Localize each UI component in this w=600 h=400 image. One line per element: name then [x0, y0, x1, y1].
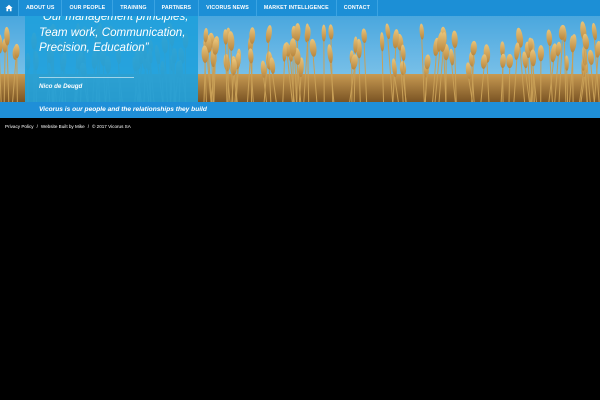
management-quote: “Our management principles; Team work, C…	[39, 16, 189, 54]
nav-item-about-us[interactable]: ABOUT US	[19, 0, 63, 16]
nav-item-training[interactable]: TRAINING	[113, 0, 155, 16]
footer-separator: /	[36, 123, 38, 129]
footer-separator: /	[87, 123, 89, 129]
nav-item-vicorus-news[interactable]: VICORUS NEWS	[199, 0, 257, 16]
footer: Privacy Policy / Website Built by Mike /…	[5, 122, 131, 130]
privacy-policy-link[interactable]: Privacy Policy	[5, 124, 34, 129]
quote-panel: “Our management principles; Team work, C…	[25, 16, 198, 102]
quote-author: Nico de Deugd	[39, 83, 83, 90]
tagline-band: Vicorus is our people and the relationsh…	[0, 102, 600, 118]
home-icon	[5, 4, 13, 12]
nav-item-market-intelligence[interactable]: MARKET INTELLIGENCE	[257, 0, 337, 16]
website-credit-link[interactable]: Website Built by Mike	[41, 124, 85, 129]
hero-banner: “Our management principles; Team work, C…	[0, 16, 600, 102]
quote-divider	[39, 77, 134, 78]
copyright-text: © 2017 Vicorus SA	[91, 123, 131, 129]
nav-item-partners[interactable]: PARTNERS	[155, 0, 200, 16]
nav-item-our-people[interactable]: OUR PEOPLE	[62, 0, 114, 16]
home-button[interactable]	[0, 0, 19, 16]
main-navigation: ABOUT US OUR PEOPLE TRAINING PARTNERS VI…	[0, 0, 600, 16]
tagline-text: Vicorus is our people and the relationsh…	[39, 105, 207, 113]
nav-item-contact[interactable]: CONTACT	[337, 0, 378, 16]
